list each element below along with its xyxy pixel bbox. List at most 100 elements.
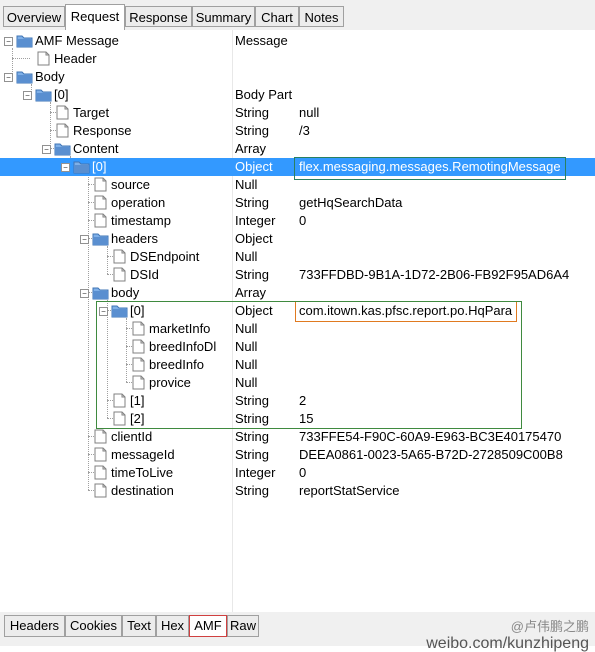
node-type: Object [235, 231, 273, 246]
document-icon [92, 447, 109, 462]
tab-text[interactable]: Text [122, 615, 156, 637]
document-icon [111, 249, 128, 264]
node-name: Header [54, 51, 97, 66]
document-icon [92, 429, 109, 444]
node-type: Array [235, 285, 267, 300]
tree-row[interactable]: DSId String 733FFDBD-9B1A-1D72-2B06-FB92F9… [0, 266, 595, 284]
tab-raw[interactable]: Raw [227, 615, 259, 637]
node-type: Body Part [235, 87, 293, 102]
node-name: [0] [92, 158, 107, 176]
node-type: String [235, 105, 269, 120]
node-value: null [299, 105, 320, 120]
document-icon [92, 465, 109, 480]
node-name: [0] [54, 87, 69, 102]
node-value: 733FFDBD-9B1A-1D72-2B06-FB92F95AD6A4 [299, 267, 570, 282]
node-name: DSId [130, 267, 159, 282]
node-name: AMF Message [35, 33, 119, 48]
highlight-box-body-array [96, 301, 522, 429]
node-type: Array [235, 141, 267, 156]
node-name: Body [35, 69, 65, 84]
tree-row[interactable]: timeToLive Integer 0 [0, 464, 595, 482]
tree-row[interactable]: messageId String DEEA0861-0023-5A65-B72D-2… [0, 446, 595, 464]
collapse-toggle-icon[interactable]: − [61, 163, 70, 172]
node-name: source [111, 177, 151, 192]
node-name: Response [73, 123, 132, 138]
tab-summary[interactable]: Summary [192, 6, 255, 27]
tab-notes[interactable]: Notes [299, 6, 344, 27]
tree-row[interactable]: − Body [0, 68, 595, 86]
tree-row[interactable]: Target String null [0, 104, 595, 122]
folder-icon [73, 159, 90, 174]
tab-amf[interactable]: AMF [189, 615, 227, 637]
node-type: String [235, 195, 269, 210]
node-name: timestamp [111, 213, 171, 228]
tab-response[interactable]: Response [125, 6, 192, 27]
folder-icon [16, 69, 33, 84]
node-type: Message [235, 33, 288, 48]
watermark-url: weibo.com/kunzhipeng [426, 635, 589, 652]
document-icon [92, 195, 109, 210]
node-name: destination [111, 483, 174, 498]
tree-row[interactable]: Response String/3 [0, 122, 595, 140]
tree-row[interactable]: timestamp Integer 0 [0, 212, 595, 230]
watermark-handle: @卢伟鹏之鹏 [510, 619, 589, 634]
collapse-toggle-icon[interactable]: − [4, 37, 13, 46]
tree-row[interactable]: − Content Array [0, 140, 595, 158]
tab-cookies[interactable]: Cookies [65, 615, 122, 637]
node-name: body [111, 285, 140, 300]
collapse-toggle-icon[interactable]: − [4, 73, 13, 82]
tree-row[interactable]: − body Array [0, 284, 595, 302]
node-type: Null [235, 177, 258, 192]
node-name: timeToLive [111, 465, 174, 480]
collapse-toggle-icon[interactable]: − [23, 91, 32, 100]
folder-icon [92, 285, 109, 300]
tab-overview[interactable]: Overview [3, 6, 65, 27]
folder-icon [35, 87, 52, 102]
folder-icon [92, 231, 109, 246]
document-icon [54, 123, 71, 138]
collapse-toggle-icon[interactable]: − [42, 145, 51, 154]
top-tab-bar: Overview Request Response Summary Chart … [0, 0, 595, 30]
document-icon [35, 51, 52, 66]
node-value: reportStatService [299, 483, 400, 498]
document-icon [54, 105, 71, 120]
node-name: DSEndpoint [130, 249, 200, 264]
highlight-box-remoting-message [294, 157, 566, 180]
node-value: /3 [299, 123, 310, 138]
tab-request[interactable]: Request [65, 4, 125, 30]
collapse-toggle-icon[interactable]: − [80, 289, 89, 298]
node-type: String [235, 447, 269, 462]
node-name: clientId [111, 429, 153, 444]
node-value: 0 [299, 465, 307, 480]
node-value: getHqSearchData [299, 195, 403, 210]
folder-icon [16, 33, 33, 48]
watermark: @卢伟鹏之鹏 weibo.com/kunzhipeng [426, 618, 589, 652]
node-value: 733FFE54-F90C-60A9-E963-BC3E40175470 [299, 429, 562, 444]
node-type: String [235, 267, 269, 282]
node-name: headers [111, 231, 158, 246]
amf-tree-view: − AMF Message Message Header − Body − [0] Body P… [0, 30, 595, 612]
document-icon [92, 213, 109, 228]
collapse-toggle-icon[interactable]: − [80, 235, 89, 244]
node-type: Integer [235, 213, 276, 228]
node-value: 0 [299, 213, 307, 228]
tree-row[interactable]: − AMF Message Message [0, 32, 595, 50]
document-icon [111, 267, 128, 282]
tree-row[interactable]: − headers Object [0, 230, 595, 248]
tree-row[interactable]: DSEndpoint Null [0, 248, 595, 266]
node-type: String [235, 429, 269, 444]
document-icon [92, 177, 109, 192]
tab-chart[interactable]: Chart [255, 6, 299, 27]
tree-row[interactable]: destination String reportStatService [0, 482, 595, 500]
tree-row[interactable]: clientId String 733FFE54-F90C-60A9-E963-BC… [0, 428, 595, 446]
tab-headers[interactable]: Headers [4, 615, 65, 637]
node-type: String [235, 483, 269, 498]
node-type: Object [235, 159, 273, 174]
node-name: operation [111, 195, 166, 210]
tree-row[interactable]: Header [0, 50, 595, 68]
folder-icon [54, 141, 71, 156]
tree-row[interactable]: − [0] Body Part [0, 86, 595, 104]
node-type: Null [235, 249, 258, 264]
tab-hex[interactable]: Hex [156, 615, 189, 637]
tree-row[interactable]: operation String getHqSearchData [0, 194, 595, 212]
